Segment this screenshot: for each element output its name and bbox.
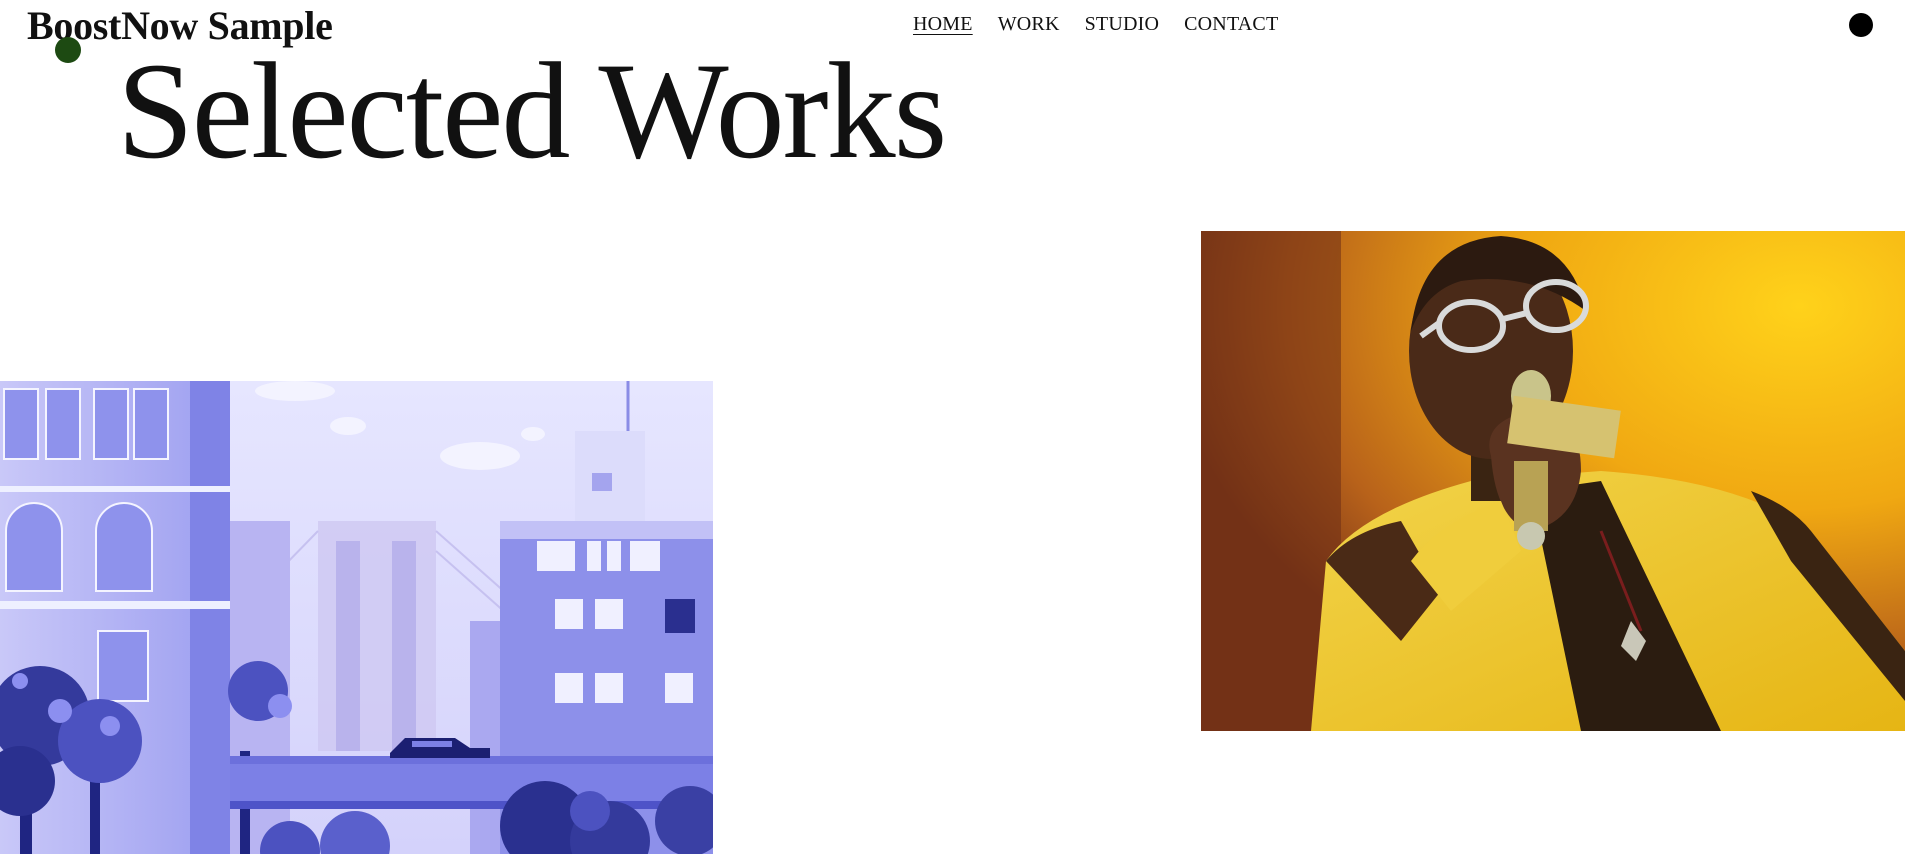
page-title: Selected Works — [117, 34, 947, 187]
menu-dot-icon[interactable] — [1849, 13, 1873, 37]
main-nav: HOME WORK STUDIO CONTACT — [913, 11, 1278, 37]
cursor-dot-icon — [55, 37, 81, 63]
nav-contact[interactable]: CONTACT — [1184, 11, 1278, 37]
work-card-performer-photo[interactable] — [1201, 231, 1905, 731]
performer-photo-image — [1201, 231, 1905, 731]
nav-work[interactable]: WORK — [998, 11, 1060, 37]
work-card-city-illustration[interactable] — [0, 381, 713, 854]
city-illustration-image — [0, 381, 713, 854]
nav-studio[interactable]: STUDIO — [1085, 11, 1160, 37]
